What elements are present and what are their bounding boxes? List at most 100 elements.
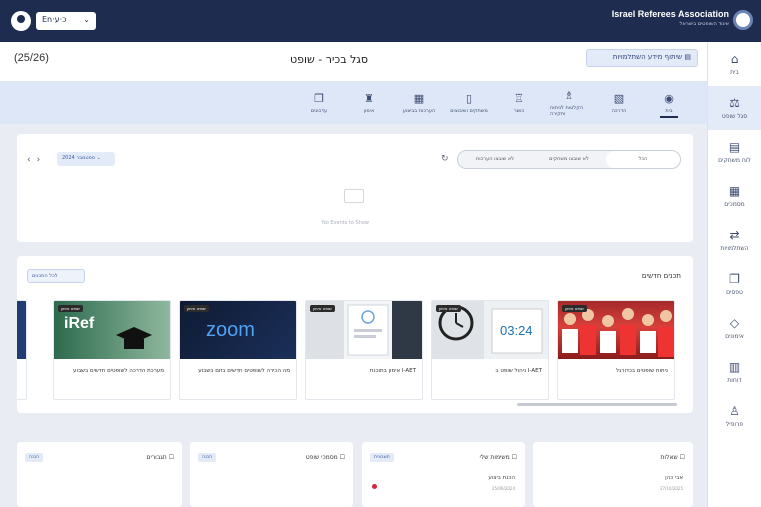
tab[interactable]: ♗ הקלטות לניתוח וחקירה [550,82,588,124]
tab-label: הדרכה [611,108,627,114]
news-card[interactable]: iRef שופט אימון מערכת הדרכה לשופטים חדשי… [53,300,171,400]
language-label: En·כ·ע [42,15,67,24]
sidebar-item[interactable]: ◇ אימונים [708,306,761,350]
partial-thumbnail [17,301,26,359]
sidebar-item[interactable]: ▤ לוח משחקים [708,130,761,174]
card-tag: שופט אימון [562,305,587,312]
iref-logo: iRef [64,315,95,332]
chevron-left-icon[interactable]: ‹ [27,155,37,165]
item-counter: (25/26) [14,52,49,64]
tab-icon: ♜ [364,92,374,105]
sidebar-item[interactable]: ♙ פרופיל [708,394,761,438]
clock-thumbnail: 03:24 שופט אימון [432,301,548,359]
news-card[interactable]: שופט אימון ניתוח שופטים בכדורגל [557,300,675,400]
card-tag: שופט אימון [436,305,461,312]
tab[interactable]: ▧ הדרכה [600,82,638,124]
sidebar-item[interactable]: ⌂ בית [708,42,761,86]
all-content-button[interactable]: לכל התכנים [27,269,85,283]
widget-title: משימות שלי ☐ [479,454,517,461]
my-tasks-widget: משימות שלי ☐ חשבונית הכנת ביצוע 25/09/20… [362,442,525,507]
sidebar-item[interactable]: ▥ דוחות [708,350,761,394]
clock-time: 03:24 [500,323,533,338]
tab-label: בית [665,108,673,114]
news-card[interactable]: 03:24 שופט אימון ניהול שופט ב I-AET [431,300,549,400]
tab-icon: ♗ [564,89,574,102]
page-title: סגל בכיר - שופט [290,53,369,66]
widget-title: תגבורים ☐ [146,454,174,461]
tab-icon: ❐ [314,92,324,105]
sidebar-item[interactable]: ⚖ סגל שופט [708,86,761,130]
card-tag: שופט אימון [184,305,209,312]
card-tag: שופט אימון [58,305,83,312]
sidebar-item-label: בית [730,69,739,76]
refresh-icon[interactable]: ↻ [441,154,449,164]
widget-tag[interactable]: חשבונית [370,453,394,462]
language-select[interactable]: En·כ·ע ⌄ [36,12,96,30]
card-caption: מערכת הדרכה לשופטים חדשים בשבוע [73,368,164,374]
carousel-scrollbar[interactable] [517,403,677,406]
brand-title: Israel Referees Association [611,9,729,19]
widget-line: הכנת ביצוע [488,475,515,481]
chevron-down-icon: ⌄ [83,15,90,24]
tab[interactable]: ♜ אימון [350,82,388,124]
widget-date: 27/10/2025 [659,486,683,491]
widget-line: אבי כהן [665,475,683,481]
tab-icon: ▧ [613,92,625,105]
tab[interactable]: ◉ בית [650,82,688,124]
zoom-thumbnail: zoom שופט אימון [180,301,296,359]
tab-label: משחקים ושיבוצים [450,108,488,114]
sidebar-item-label: השתלמויות [720,245,749,252]
filter-all[interactable]: הכל [606,151,680,168]
user-avatar[interactable] [11,11,31,31]
section-tabs: ❐ עדכונים ♜ אימון ▦ הערכות בביצוע ▯ משחקים ושיב… [0,82,707,124]
card-tag: שופט אימון [310,305,335,312]
news-card-partial[interactable] [17,300,27,400]
news-title: תכנים חדשים [641,272,681,280]
month-nav[interactable]: ‹› [27,155,46,165]
card-caption: ניתוח שופטים בכדורגל [616,368,668,374]
sidebar-item-label: סגל שופט [721,113,748,120]
share-button-label: שיתוף מידע השתלמויות [612,53,683,61]
widget-tag[interactable]: הכנה [25,453,44,462]
home-icon: ⌂ [730,52,739,66]
news-card[interactable]: zoom שופט אימון מה הכירה לשופטים חדשים ב… [179,300,297,400]
reinforcements-widget: תגבורים ☐ הכנה [17,442,182,507]
sidebar-nav: ⌂ בית ⚖ סגל שופט ▤ לוח משחקים ▦ מסמכים ⇄ השתלמויו… [707,42,761,507]
zoom-logo: zoom [206,319,255,341]
person-icon: ♙ [729,404,740,418]
widget-tag[interactable]: הכנה [198,453,217,462]
sidebar-item-label: דוחות [727,377,742,384]
calendar-icon: ▤ [728,140,741,154]
files-icon: ❐ [729,272,740,286]
share-trainings-button[interactable]: שיתוף מידע השתלמויות ▤ [586,49,698,67]
sidebar-item-label: לוח משחקים [718,157,751,164]
table-icon: ▥ [728,360,741,374]
tab[interactable]: ▯ משחקים ושיבוצים [450,82,488,124]
tab[interactable]: ♖ כושר [500,82,538,124]
widget-title: מסמכי שופט ☐ [305,454,345,461]
association-logo-icon [733,10,753,30]
tab[interactable]: ❐ עדכונים [300,82,338,124]
events-filter: לא שובצו הערכות לא שובצו משחקים הכל [457,150,681,169]
tab-icon: ▯ [465,92,473,105]
tab-icon: ▦ [413,92,425,105]
iref-thumbnail: iRef שופט אימון [54,301,170,359]
brand-subtitle: איגוד השופטים בישראל [679,21,729,27]
page-header: (25/26) סגל בכיר - שופט שיתוף מידע השתלמ… [0,42,707,82]
tab[interactable]: ▦ הערכות בביצוע [400,82,438,124]
calendar-icon: ▤ [684,53,691,61]
sidebar-item[interactable]: ⇄ השתלמויות [708,218,761,262]
empty-state-text: No Events to Show [322,220,370,226]
chevron-right-icon[interactable]: › [37,155,47,165]
empty-calendar-icon [344,189,364,203]
location-icon: ◇ [729,316,740,330]
sidebar-item[interactable]: ▦ מסמכים [708,174,761,218]
questions-widget: שאלות ☐ אבי כהן 27/10/2025 [533,442,693,507]
tab-label: עדכונים [310,108,328,114]
month-select[interactable]: ספטמבר 2024 ⌄ [57,152,115,166]
filter-no-games[interactable]: לא שובצו משחקים [532,151,606,168]
filter-no-evaluations[interactable]: לא שובצו הערכות [458,151,532,168]
sidebar-item[interactable]: ❐ טפסים [708,262,761,306]
news-card[interactable]: שופט אימון אימון בתוכנת I-AET [305,300,423,400]
sidebar-item-label: אימונים [725,333,744,340]
